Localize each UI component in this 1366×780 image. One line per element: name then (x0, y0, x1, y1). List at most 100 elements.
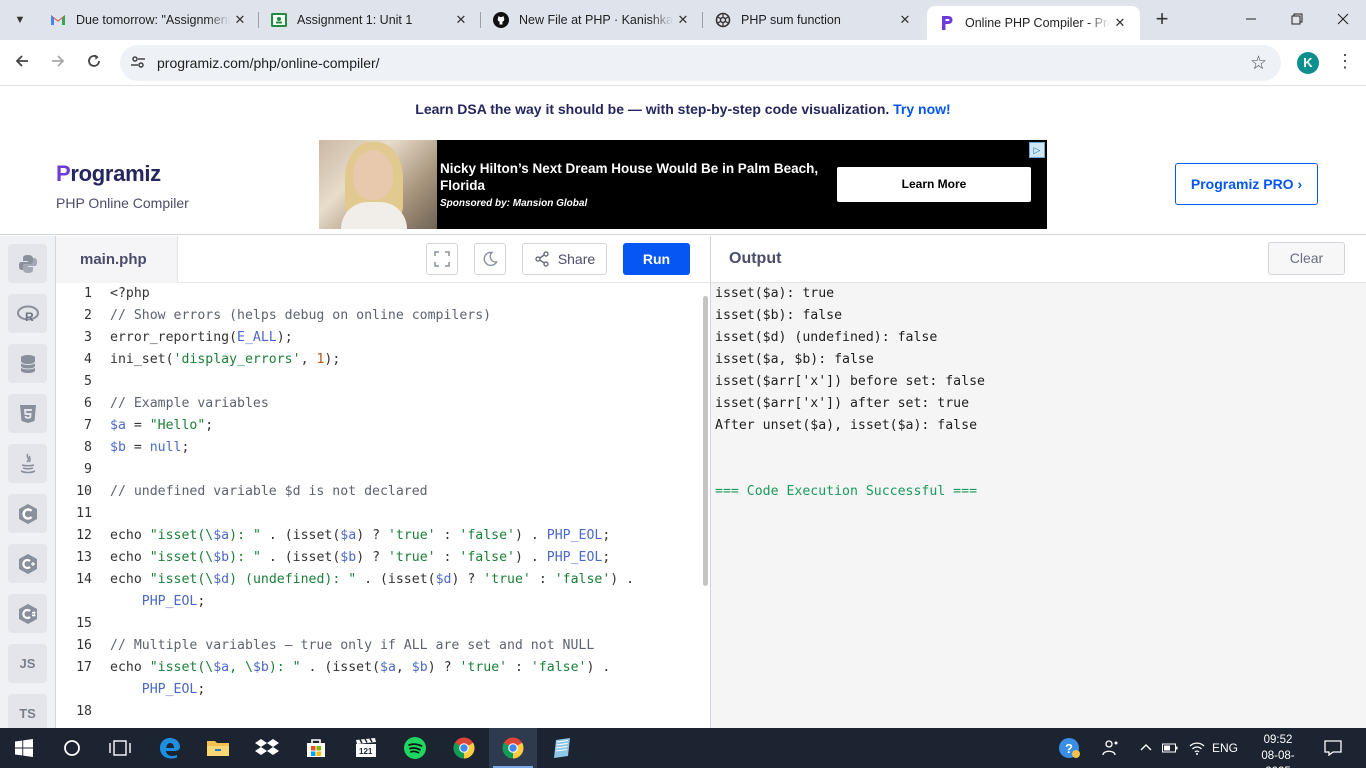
html5-icon[interactable] (8, 394, 47, 433)
file-explorer-taskbar-item[interactable] (194, 728, 242, 768)
code-line[interactable]: 1 <?php (56, 283, 701, 305)
browser-tab-github[interactable]: New File at PHP · Kanishkaj- ✕ (481, 0, 703, 40)
forward-button[interactable] (46, 51, 70, 75)
code-line[interactable]: 5 (56, 371, 701, 393)
cpp-icon[interactable] (8, 544, 47, 583)
r-icon[interactable]: R (8, 294, 47, 333)
code-text[interactable]: $a = "Hello"; (110, 415, 213, 437)
code-line[interactable]: 11 (56, 503, 701, 525)
code-line[interactable]: 16 // Multiple variables — true only if A… (56, 635, 701, 657)
profile-avatar[interactable]: K (1297, 52, 1319, 74)
wifi-icon[interactable] (1189, 728, 1205, 768)
browser-tab-gmail[interactable]: Due tomorrow: "Assignment ✕ (38, 0, 260, 40)
chrome-active-taskbar-item[interactable] (489, 728, 537, 768)
code-line[interactable]: 6 // Example variables (56, 393, 701, 415)
code-text[interactable]: echo "isset(\$a, \$b): " . (isset($a, $b… (110, 657, 610, 679)
code-line[interactable]: 8 $b = null; (56, 437, 701, 459)
address-bar[interactable]: programiz.com/php/online-compiler/ ☆ (120, 45, 1281, 81)
site-settings-icon[interactable] (130, 54, 146, 73)
close-icon[interactable]: ✕ (895, 12, 915, 28)
help-icon[interactable]: ? (1058, 728, 1080, 768)
browser-tab-classroom[interactable]: Assignment 1: Unit 1 ✕ (259, 0, 481, 40)
restore-button[interactable] (1274, 0, 1320, 40)
browser-menu-icon[interactable]: ⋮ (1336, 51, 1354, 72)
programiz-pro-button[interactable]: Programiz PRO › (1175, 163, 1318, 205)
notepad-taskbar-item[interactable] (538, 728, 586, 768)
code-line[interactable]: 17 echo "isset(\$a, \$b): " . (isset($a, … (56, 657, 701, 679)
advertisement[interactable]: Nicky Hilton’s Next Dream House Would Be… (319, 140, 1047, 229)
code-text[interactable]: ini_set('display_errors', 1); (110, 349, 340, 371)
bookmark-star-icon[interactable]: ☆ (1250, 52, 1267, 75)
code-text[interactable]: echo "isset(\$b): " . (isset($b) ? 'true… (110, 547, 610, 569)
input-language[interactable]: ENG (1212, 728, 1238, 768)
spotify-taskbar-item[interactable] (391, 728, 439, 768)
code-line[interactable]: 12 echo "isset(\$a): " . (isset($a) ? 'tr… (56, 525, 701, 547)
python-icon[interactable] (8, 244, 47, 283)
code-line[interactable]: 9 (56, 459, 701, 481)
code-line[interactable]: 7 $a = "Hello"; (56, 415, 701, 437)
close-icon[interactable]: ✕ (673, 12, 693, 28)
code-line[interactable]: 2 // Show errors (helps debug on online c… (56, 305, 701, 327)
notifications-icon[interactable] (1324, 728, 1342, 768)
fullscreen-button[interactable] (426, 243, 458, 275)
code-text[interactable]: // Show errors (helps debug on online co… (110, 305, 491, 327)
code-line[interactable]: 3 error_reporting(E_ALL); (56, 327, 701, 349)
show-hidden-icons-chevron-icon[interactable] (1140, 728, 1152, 768)
clear-button[interactable]: Clear (1268, 242, 1345, 275)
code-text[interactable]: <?php (110, 283, 150, 305)
battery-icon[interactable] (1162, 728, 1178, 768)
close-icon[interactable]: ✕ (451, 12, 471, 28)
browser-tab-chatgpt[interactable]: PHP sum function ✕ (703, 0, 925, 40)
url-text[interactable]: programiz.com/php/online-compiler/ (157, 55, 380, 71)
code-text[interactable]: // Example variables (110, 393, 269, 415)
close-icon[interactable]: ✕ (230, 12, 250, 28)
code-area[interactable]: 1 <?php 2 // Show errors (helps debug on on… (56, 283, 701, 728)
code-text[interactable]: // Multiple variables — true only if ALL… (110, 635, 594, 657)
tab-search-chevron-icon[interactable]: ▼ (8, 8, 32, 32)
close-window-button[interactable] (1320, 0, 1366, 40)
sql-database-icon[interactable] (8, 344, 47, 383)
video-editor-taskbar-item[interactable]: 121 (342, 728, 390, 768)
code-line[interactable]: 10 // undefined variable $d is not declar… (56, 481, 701, 503)
ad-learn-more-button[interactable]: Learn More (837, 167, 1031, 202)
store-taskbar-item[interactable] (292, 728, 340, 768)
code-line[interactable]: PHP_EOL; (56, 591, 701, 613)
search-button[interactable] (48, 728, 96, 768)
new-tab-button[interactable]: + (1150, 8, 1174, 32)
java-icon[interactable] (8, 444, 47, 483)
csharp-icon[interactable] (8, 594, 47, 633)
reload-button[interactable] (82, 51, 106, 75)
code-line[interactable]: 13 echo "isset(\$b): " . (isset($b) ? 'tr… (56, 547, 701, 569)
start-button[interactable] (0, 728, 48, 768)
run-button[interactable]: Run (623, 243, 690, 275)
back-button[interactable] (10, 51, 34, 75)
code-text[interactable]: // undefined variable $d is not declared (110, 481, 428, 503)
code-line[interactable]: 14 echo "isset(\$d) (undefined): " . (iss… (56, 569, 701, 591)
code-text[interactable]: PHP_EOL; (110, 679, 206, 701)
browser-tab-programiz[interactable]: Online PHP Compiler - Prog ✕ (927, 6, 1140, 40)
file-tab-main[interactable]: main.php (56, 236, 178, 283)
c-icon[interactable] (8, 494, 47, 533)
code-line[interactable]: 15 (56, 613, 701, 635)
task-view-button[interactable] (96, 728, 144, 768)
close-icon[interactable]: ✕ (1110, 15, 1130, 31)
people-icon[interactable] (1102, 728, 1120, 768)
code-line[interactable]: PHP_EOL; (56, 679, 701, 701)
minimize-button[interactable] (1228, 0, 1274, 40)
dark-mode-button[interactable] (474, 243, 506, 275)
code-text[interactable]: PHP_EOL; (110, 591, 206, 613)
code-line[interactable]: 18 (56, 701, 701, 723)
clock[interactable]: 09:52 08-08-2025 (1249, 732, 1307, 780)
code-text[interactable]: error_reporting(E_ALL); (110, 327, 293, 349)
code-line[interactable]: 4 ini_set('display_errors', 1); (56, 349, 701, 371)
chrome-taskbar-item[interactable] (440, 728, 488, 768)
edge-taskbar-item[interactable] (146, 728, 194, 768)
javascript-icon[interactable]: JS (8, 644, 47, 683)
editor-scrollbar[interactable] (703, 296, 708, 586)
ad-headline[interactable]: Nicky Hilton’s Next Dream House Would Be… (440, 160, 820, 194)
share-button[interactable]: Share (522, 243, 607, 275)
code-text[interactable]: $b = null; (110, 437, 189, 459)
code-text[interactable]: echo "isset(\$d) (undefined): " . (isset… (110, 569, 634, 591)
promo-link[interactable]: Try now! (893, 101, 951, 117)
adchoices-icon[interactable]: ▷ (1029, 142, 1045, 158)
